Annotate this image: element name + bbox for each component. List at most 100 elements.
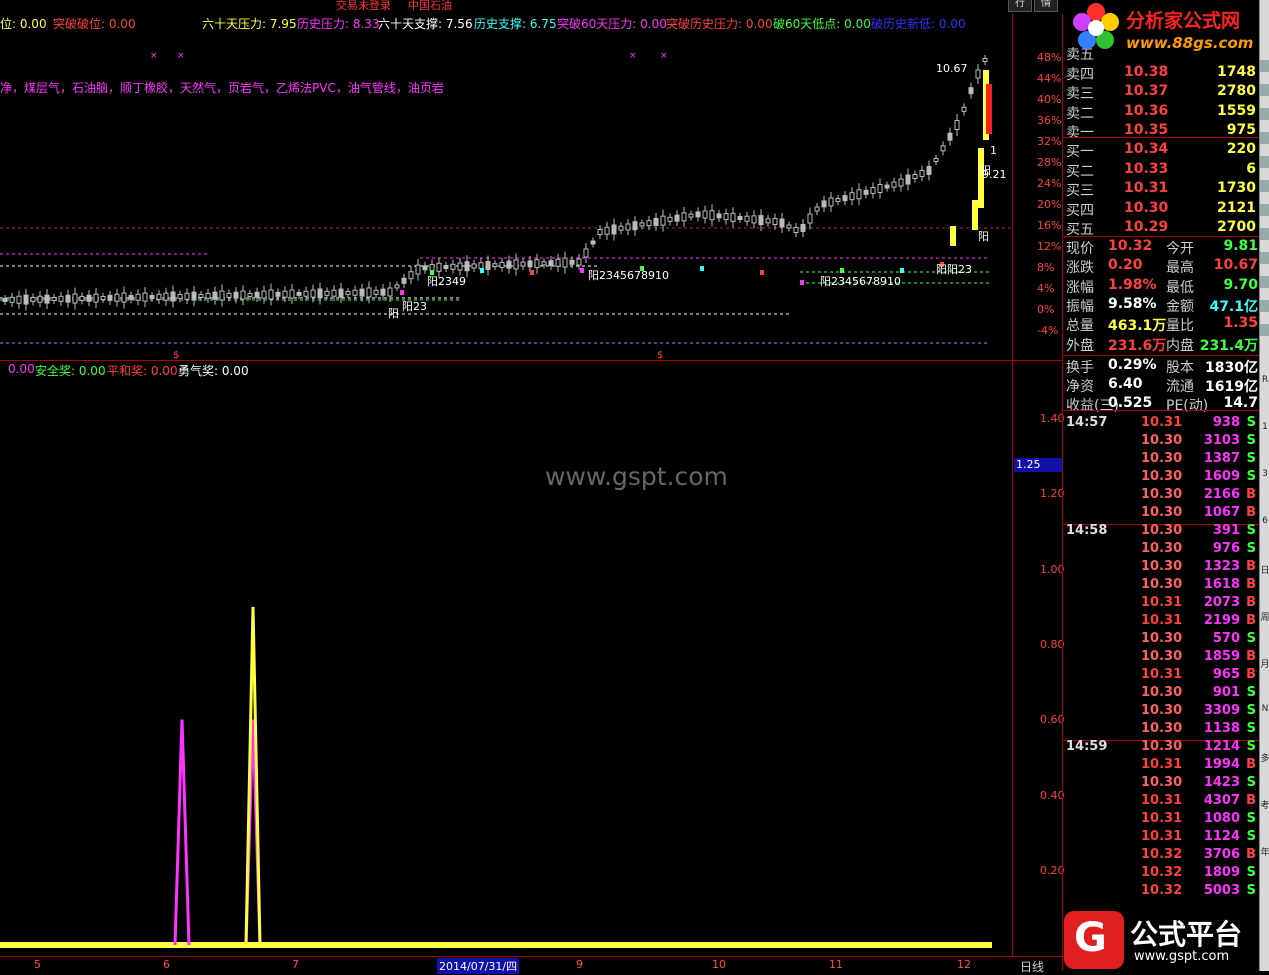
indicator-value: 历史压力: 8.33 xyxy=(297,17,380,31)
toolbar-icon[interactable] xyxy=(1260,276,1269,288)
sidebar-button[interactable]: R xyxy=(1260,375,1269,385)
candle-body xyxy=(800,223,806,232)
tick-time: 14:58 xyxy=(1066,523,1108,538)
right-toolbar[interactable]: R 1 3 6 日周月 N 多考年 xyxy=(1259,0,1269,971)
toolbar-icon[interactable] xyxy=(1260,156,1269,168)
cursor-date: 2014/07/31/四 xyxy=(437,958,520,974)
toolbar-icon[interactable] xyxy=(1260,228,1269,240)
toolbar-icon[interactable] xyxy=(1260,108,1269,120)
indicator-chart[interactable] xyxy=(0,376,1012,956)
sidebar-button[interactable]: 1 xyxy=(1260,422,1269,432)
sidebar-button[interactable]: 月 xyxy=(1260,657,1269,670)
indicator-tick: 0.60 xyxy=(1040,713,1065,727)
toolbar-icon[interactable] xyxy=(1260,300,1269,312)
toolbar-icon[interactable] xyxy=(1260,60,1269,72)
candle-body xyxy=(310,289,316,298)
bid-row[interactable]: 买二 10.33 6 xyxy=(1066,161,1256,180)
sidebar-button[interactable]: 考 xyxy=(1260,798,1269,811)
toolbar-icon[interactable] xyxy=(1260,180,1269,192)
tick-direction: B xyxy=(1246,847,1256,862)
site-logo-top: 分析家公式网 www.88gs.com xyxy=(1068,0,1260,58)
candle-body xyxy=(317,288,323,299)
signal-candle xyxy=(800,280,804,285)
quote-label: PE(动) xyxy=(1166,398,1209,415)
ask-row[interactable]: 卖四 10.38 1748 xyxy=(1066,64,1256,83)
sidebar-button[interactable]: 6 xyxy=(1260,516,1269,526)
tick-direction: B xyxy=(1246,559,1256,574)
bid-row[interactable]: 买一 10.34 220 xyxy=(1066,141,1256,160)
toolbar-icon[interactable] xyxy=(1260,324,1269,336)
candle-body xyxy=(331,289,337,297)
period-button[interactable]: 日线 xyxy=(1020,958,1044,975)
candle-body xyxy=(394,284,400,289)
tick-price: 10.30 xyxy=(1141,541,1183,556)
toolbar-icon[interactable] xyxy=(1260,132,1269,144)
sidebar-button[interactable]: 3 xyxy=(1260,469,1269,479)
candle-body xyxy=(212,291,218,300)
ask-volume: 2780 xyxy=(1217,83,1256,99)
tick-direction: S xyxy=(1246,469,1256,484)
toolbar-icon[interactable] xyxy=(1260,84,1269,96)
quote-row: 净资 6.40 流通 1619亿 xyxy=(1066,376,1258,395)
stock-name: 中国石油 xyxy=(408,0,452,12)
login-status[interactable]: 交易未登录 xyxy=(336,0,391,13)
sidebar-button[interactable]: N xyxy=(1260,704,1269,714)
ask-row[interactable]: 卖三 10.37 2780 xyxy=(1066,83,1256,102)
x-tick: 11 xyxy=(829,958,843,971)
bid-row[interactable]: 买三 10.31 1730 xyxy=(1066,180,1256,199)
candle-body xyxy=(779,218,785,228)
ask-row[interactable]: 卖一 10.35 975 xyxy=(1066,122,1256,141)
tick-price: 10.30 xyxy=(1141,523,1183,538)
tick-row: 10.32 1809 S xyxy=(1066,865,1256,883)
quote-value: 1.98% xyxy=(1108,276,1157,293)
ask-label: 卖一 xyxy=(1066,125,1094,141)
candle-body xyxy=(786,224,792,229)
toolbar-icon[interactable] xyxy=(1260,204,1269,216)
candle-body xyxy=(562,257,568,268)
quote-value: 9.81 xyxy=(1223,238,1258,254)
candle-body xyxy=(401,277,407,284)
sidebar-button[interactable]: 周 xyxy=(1260,610,1269,623)
pane-divider[interactable] xyxy=(0,360,1062,361)
candle-body xyxy=(142,292,148,302)
indicator-value: 破历史新低: 0.00 xyxy=(871,17,966,31)
candle-body xyxy=(730,212,736,222)
tick-direction: S xyxy=(1246,865,1256,880)
tick-volume: 938 xyxy=(1212,415,1240,430)
tick-volume: 2199 xyxy=(1203,613,1240,628)
candle-body xyxy=(240,290,246,300)
candle-body xyxy=(632,221,638,231)
signal-candle xyxy=(760,270,764,275)
toolbar-button-1[interactable]: 行 xyxy=(1008,0,1032,12)
tick-volume: 1994 xyxy=(1203,757,1240,772)
toolbar-button-2[interactable]: 情 xyxy=(1034,0,1058,12)
sidebar-button[interactable]: 日 xyxy=(1260,563,1269,576)
tick-row: 10.31 1124 S xyxy=(1066,829,1256,847)
pct-tick: 24% xyxy=(1037,177,1062,190)
candle-body xyxy=(646,220,652,227)
candle-body xyxy=(2,298,8,302)
candle-body xyxy=(359,288,365,297)
quote-row: 涨跌 0.20 最高 10.67 xyxy=(1066,257,1258,276)
date-axis[interactable]: 5 6 7 2014/07/31/四 9 10 11 12 xyxy=(0,956,1062,974)
sidebar-button[interactable]: 多 xyxy=(1260,751,1269,764)
tick-price: 10.31 xyxy=(1141,793,1183,808)
pct-tick: 16% xyxy=(1037,219,1062,232)
yang-label: 阳阳23 xyxy=(936,263,972,276)
candle-body xyxy=(758,215,764,226)
sidebar-button[interactable]: 年 xyxy=(1260,845,1269,858)
candle-body xyxy=(772,218,778,225)
tick-direction: B xyxy=(1246,649,1256,664)
tick-direction: S xyxy=(1246,883,1256,898)
yang-label: 阳23 xyxy=(402,300,427,313)
ask-row[interactable]: 卖二 10.36 1559 xyxy=(1066,103,1256,122)
candle-body xyxy=(905,174,911,185)
signal-candle xyxy=(900,268,904,273)
bid-row[interactable]: 买四 10.30 2121 xyxy=(1066,200,1256,219)
candle-body xyxy=(135,293,141,301)
toolbar-icon[interactable] xyxy=(1260,252,1269,264)
quote-value: 9.70 xyxy=(1223,276,1258,293)
tick-direction: B xyxy=(1246,505,1256,520)
kline-chart[interactable]: × × × ×$ $10.679.211阳阳2349 阳2345678910 阳234567… xyxy=(0,14,1012,360)
ask-price: 10.35 xyxy=(1124,122,1169,138)
